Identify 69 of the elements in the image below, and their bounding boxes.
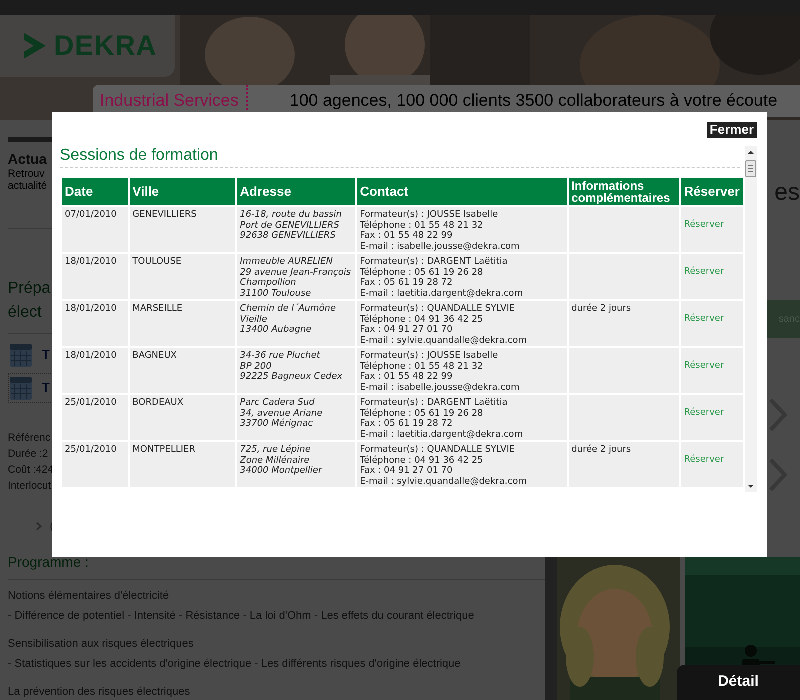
calendar-icon <box>9 342 33 368</box>
reserve-link[interactable]: Réserver <box>684 314 724 324</box>
city-cell: MONTPELLIER <box>130 442 236 487</box>
info-cell: durée 2 jours <box>568 442 680 487</box>
city-cell: GENEVILLIERS <box>130 207 236 252</box>
section-heading: Sensibilisation aux risques électriques <box>8 638 194 651</box>
news-title: Actua <box>8 150 47 168</box>
reserve-link[interactable]: Réserver <box>684 361 724 371</box>
column-header: Date <box>62 178 128 205</box>
logo-mark-icon <box>22 31 48 61</box>
programme-title: Programme : <box>8 554 89 570</box>
reserve-link[interactable]: Réserver <box>684 267 724 277</box>
scrollbar[interactable] <box>745 146 757 492</box>
logo-text: DEKRA <box>54 29 158 63</box>
chevron-icon <box>768 398 788 432</box>
contact-cell: Formateur(s) : JOUSSE Isabelle Téléphone : 01 55 48 21 32 Fax : 01 55 48 22 99 E-mail : isabelle.jousse@dekra.com <box>357 207 567 252</box>
date-cell: 18/01/2010 <box>62 254 128 299</box>
date-cell: 25/01/2010 <box>62 395 128 440</box>
city-cell: BORDEAUX <box>130 395 236 440</box>
address-cell: Parc Cadera Sud 34, avenue Ariane 33700 Mérignac <box>237 395 356 440</box>
contact-cell: Formateur(s) : QUANDALLE SYLVIE Téléphone : 04 91 36 42 25 Fax : 04 91 27 01 70 E-mail : sylvie.quandalle@dekra.com <box>357 442 567 487</box>
info-cell: durée 2 jours <box>568 301 680 346</box>
heading-fragment: es <box>774 180 800 206</box>
reserve-link[interactable]: Réserver <box>684 220 724 230</box>
contact-cell: Formateur(s) : JOUSSE Isabelle Téléphone : 01 55 48 21 32 Fax : 01 55 48 22 99 E-mail : isabelle.jousse@dekra.com <box>357 348 567 393</box>
address-cell: Immeuble AURELIEN 29 avenue Jean-François Champollion 31100 Toulouse <box>237 254 356 299</box>
section-heading: Notions élémentaires d'électricité <box>8 590 170 603</box>
address-cell: 16-18, route du bassin Port de GENEVILLIERS 92638 GENEVILLIERS <box>237 207 356 252</box>
contact-cell: Formateur(s) : QUANDALLE SYLVIE Téléphone : 04 91 36 42 25 Fax : 04 91 27 01 70 E-mail : sylvie.quandalle@dekra.com <box>357 301 567 346</box>
slogan: 100 agences, 100 000 clients 3500 collaborateurs à votre écoute <box>290 90 778 112</box>
section-heading: La prévention des risques électriques <box>8 686 190 699</box>
reserve-link[interactable]: Réserver <box>684 408 724 418</box>
detail-text: Interlocut <box>8 479 52 494</box>
close-button[interactable]: Fermer <box>706 122 757 138</box>
date-cell: 25/01/2010 <box>62 442 128 487</box>
contact-cell: Formateur(s) : DARGENT Laëtitia Téléphone : 05 61 19 26 28 Fax : 05 61 19 28 72 E-mail : laetitia.dargent@dekra.com <box>357 254 567 299</box>
date-cell: 18/01/2010 <box>62 301 128 346</box>
address-cell: 34-36 rue Pluchet BP 200 92225 Bagneux Cedex <box>237 348 356 393</box>
section-text: - Différence de potentiel - Intensité - Résistance - La loi d'Ohm - Les effets du courant électrique <box>8 610 474 623</box>
detail-button[interactable]: Détail <box>677 665 800 700</box>
column-header: Adresse <box>237 178 356 205</box>
section-text: - Statistiques sur les accidents d'origine électrique - Les différents risques d'origine électrique <box>8 658 461 671</box>
reserve-link[interactable]: Réserver <box>684 455 724 465</box>
column-header: Informations complémentaires <box>568 178 680 205</box>
city-cell: BAGNEUX <box>130 348 236 393</box>
date-cell: 18/01/2010 <box>62 348 128 393</box>
city-cell: MARSEILLE <box>130 301 236 346</box>
link-row[interactable]: T <box>8 373 53 403</box>
address-cell: 725, rue Lépine Zone Millénaire 34000 Montpellier <box>237 442 356 487</box>
chevron-icon <box>36 522 42 530</box>
modal-title: Sessions de formation <box>60 146 740 168</box>
calendar-icon <box>9 375 33 401</box>
date-cell: 07/01/2010 <box>62 207 128 252</box>
city-cell: TOULOUSE <box>130 254 236 299</box>
chevron-icon <box>768 458 788 492</box>
detail-text: Durée :2 <box>8 447 48 462</box>
column-header: Contact <box>357 178 567 205</box>
column-header: Réserver <box>681 178 743 205</box>
detail-text: Référenc <box>8 431 51 446</box>
link-row[interactable]: T <box>8 340 53 370</box>
course-link[interactable]: T <box>42 378 50 398</box>
news-text: Retrouv <box>8 168 45 180</box>
column-header: Ville <box>130 178 236 205</box>
news-text: actualité <box>8 180 48 192</box>
address-cell: Chemin de l´Aumône Vieille 13400 Aubagne <box>237 301 356 346</box>
course-title: élect <box>8 303 42 323</box>
course-title: Prépa <box>8 279 51 299</box>
course-link[interactable]: T <box>42 345 50 365</box>
contact-cell: Formateur(s) : DARGENT Laëtitia Téléphone : 05 61 19 26 28 Fax : 05 61 19 28 72 E-mail : laetitia.dargent@dekra.com <box>357 395 567 440</box>
